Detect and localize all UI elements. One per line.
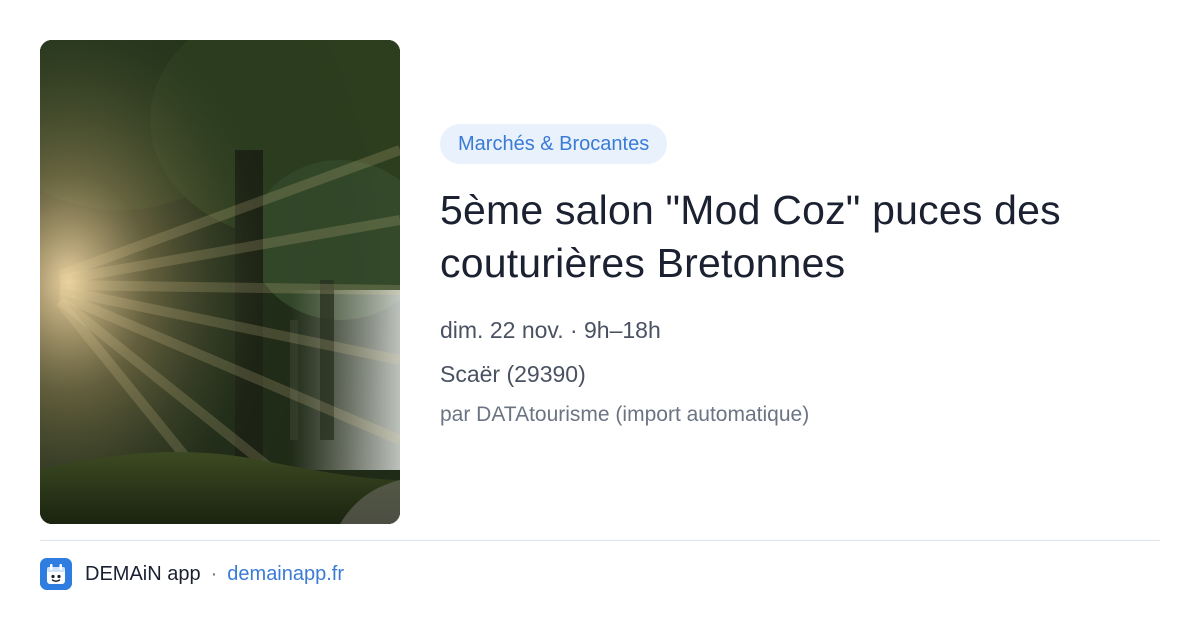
event-title: 5ème salon "Mod Coz" puces des couturièr… <box>440 187 1061 286</box>
event-share-card: Marchés & Brocantes 5ème salon "Mod Coz"… <box>0 0 1200 630</box>
app-website-link[interactable]: demainapp.fr <box>227 563 344 586</box>
event-details: Marchés & Brocantes 5ème salon "Mod Coz"… <box>440 124 1160 430</box>
footer: DEMAiN app · demainapp.fr <box>40 558 344 590</box>
category-chip[interactable]: Marchés & Brocantes <box>440 124 668 164</box>
forest-sunrays-photo <box>40 40 400 524</box>
footer-separator: · <box>210 562 218 585</box>
app-name: DEMAiN app <box>85 562 201 585</box>
event-date-time: dim. 22 nov. · 9h–18h <box>440 317 661 343</box>
event-location: Scaër (29390) <box>440 361 586 387</box>
event-cover-image[interactable] <box>40 40 400 524</box>
event-source: par DATAtourisme (import automatique) <box>440 403 810 426</box>
demain-app-icon <box>40 558 72 590</box>
footer-divider <box>40 540 1160 541</box>
